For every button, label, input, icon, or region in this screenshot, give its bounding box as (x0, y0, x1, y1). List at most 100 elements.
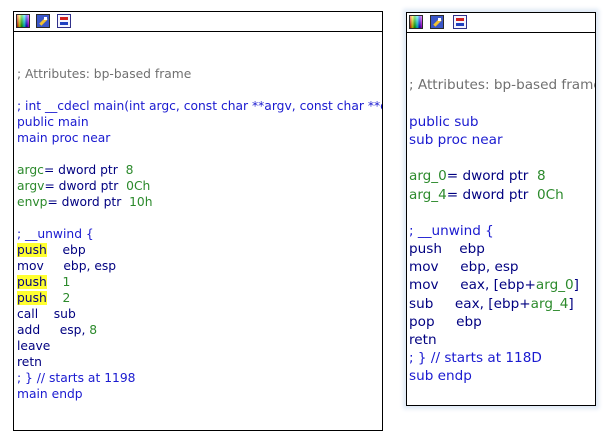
code-line[interactable]: ; __unwind { (409, 222, 595, 240)
code-token: arg_4 (409, 186, 447, 203)
code-token: 8 (125, 163, 134, 177)
code-line[interactable] (409, 149, 595, 167)
code-token: = dword ptr (43, 163, 126, 177)
code-line[interactable]: argv= dword ptr 0Ch (17, 178, 382, 194)
graph-icon[interactable] (57, 14, 71, 28)
code-text: public main (17, 115, 89, 129)
palette-icon[interactable] (16, 14, 30, 28)
code-token: push (17, 243, 47, 257)
code-token: arg_4 (530, 295, 569, 312)
code-token: mov eax, [ebp+ (409, 277, 536, 294)
code-line[interactable]: ; } // starts at 1198 (17, 370, 382, 386)
code-token: argc (17, 163, 44, 177)
code-line[interactable]: mov ebp, esp (409, 258, 595, 276)
code-line[interactable]: mov ebp, esp (17, 258, 382, 274)
code-line[interactable]: add esp, 8 (17, 322, 382, 338)
code-token: ] (573, 277, 579, 294)
code-token: 0Ch (537, 186, 564, 203)
code-line[interactable]: mov eax, [ebp+arg_0] (409, 276, 595, 294)
disassembly-listing[interactable]: ; Attributes: bp-based frame ; int __cdec… (17, 34, 383, 402)
code-line[interactable]: argc= dword ptr 8 (17, 162, 382, 178)
code-line[interactable]: public sub (409, 113, 595, 131)
code-line[interactable]: push ebp (409, 240, 595, 258)
disassembly-listing[interactable]: ; Attributes: bp-based frame public sub su… (409, 40, 596, 386)
code-text: ; int __cdecl main(int argc, const char … (17, 99, 383, 113)
code-line[interactable] (409, 58, 595, 76)
code-line[interactable]: sub endp (409, 367, 595, 385)
code-line[interactable]: leave (17, 338, 382, 354)
code-token: ebp (46, 243, 86, 257)
code-line[interactable]: arg_0= dword ptr 8 (409, 167, 595, 185)
code-token: push (17, 275, 47, 289)
graph-node-main[interactable]: ; Attributes: bp-based frame ; int __cdec… (13, 11, 383, 431)
code-token: 8 (89, 323, 98, 337)
code-text: push ebp (409, 241, 485, 258)
code-token: = dword ptr (47, 195, 130, 209)
code-line[interactable]: main endp (17, 386, 382, 402)
code-line[interactable]: pop ebp (409, 313, 595, 331)
code-line[interactable]: push ebp (17, 242, 382, 258)
code-text: ; __unwind { (17, 227, 94, 241)
code-line[interactable]: ; Attributes: bp-based frame (17, 66, 382, 82)
code-text: retn (17, 355, 42, 369)
code-text: sub endp (409, 368, 472, 385)
code-token: arg_0 (409, 168, 447, 185)
code-text: ; } // starts at 1198 (17, 371, 136, 385)
node-titlebar (14, 12, 382, 32)
code-line[interactable] (409, 40, 595, 58)
code-token: envp (17, 195, 48, 209)
code-text: ; Attributes: bp-based frame (409, 77, 596, 94)
code-text: ; Attributes: bp-based frame (17, 67, 192, 81)
code-line[interactable] (17, 210, 382, 226)
code-token: 0Ch (126, 179, 151, 193)
code-text: mov ebp, esp (409, 259, 519, 276)
code-line[interactable]: ; __unwind { (17, 226, 382, 242)
edit-icon[interactable] (430, 15, 444, 29)
code-text: main endp (17, 387, 83, 401)
code-line[interactable] (409, 95, 595, 113)
code-line[interactable]: ; } // starts at 118D (409, 349, 595, 367)
code-text: leave (17, 339, 51, 353)
code-token: = dword ptr (446, 186, 538, 203)
code-line[interactable]: envp= dword ptr 10h (17, 194, 382, 210)
code-text: call sub (17, 307, 76, 321)
code-text: public sub (409, 113, 479, 130)
code-text: mov ebp, esp (17, 259, 117, 273)
code-token: 10h (129, 195, 153, 209)
code-line[interactable] (17, 82, 382, 98)
code-token: add esp, (17, 323, 90, 337)
code-text: ; __unwind { (409, 222, 494, 239)
code-line[interactable]: call sub (17, 306, 382, 322)
code-line[interactable] (17, 50, 382, 66)
node-titlebar (407, 13, 595, 33)
code-line[interactable]: main proc near (17, 130, 382, 146)
palette-icon[interactable] (409, 15, 423, 29)
code-line[interactable]: sub eax, [ebp+arg_4] (409, 295, 595, 313)
code-token: argv (17, 179, 45, 193)
code-line[interactable] (17, 146, 382, 162)
graph-icon[interactable] (453, 15, 467, 29)
code-line[interactable]: ; Attributes: bp-based frame (409, 76, 596, 94)
code-line[interactable]: arg_4= dword ptr 0Ch (409, 186, 595, 204)
code-text: pop ebp (409, 313, 482, 330)
code-line[interactable] (409, 204, 595, 222)
code-text: ; } // starts at 118D (409, 350, 542, 367)
code-token: 1 (62, 275, 71, 289)
code-line[interactable]: push 1 (17, 274, 382, 290)
code-line[interactable] (17, 34, 382, 50)
graph-node-sub[interactable]: ; Attributes: bp-based frame public sub su… (406, 12, 596, 406)
code-token: sub eax, [ebp+ (409, 295, 531, 312)
code-text: main proc near (17, 131, 111, 145)
code-line[interactable]: retn (409, 331, 595, 349)
code-line[interactable]: public main (17, 114, 382, 130)
code-token: ] (568, 295, 574, 312)
code-line[interactable]: push 2 (17, 290, 382, 306)
code-token: 2 (62, 291, 71, 305)
code-token: = dword ptr (446, 168, 538, 185)
code-line[interactable]: retn (17, 354, 382, 370)
code-line[interactable]: ; int __cdecl main(int argc, const char … (17, 98, 383, 114)
edit-icon[interactable] (36, 14, 50, 28)
code-line[interactable]: sub proc near (409, 131, 595, 149)
